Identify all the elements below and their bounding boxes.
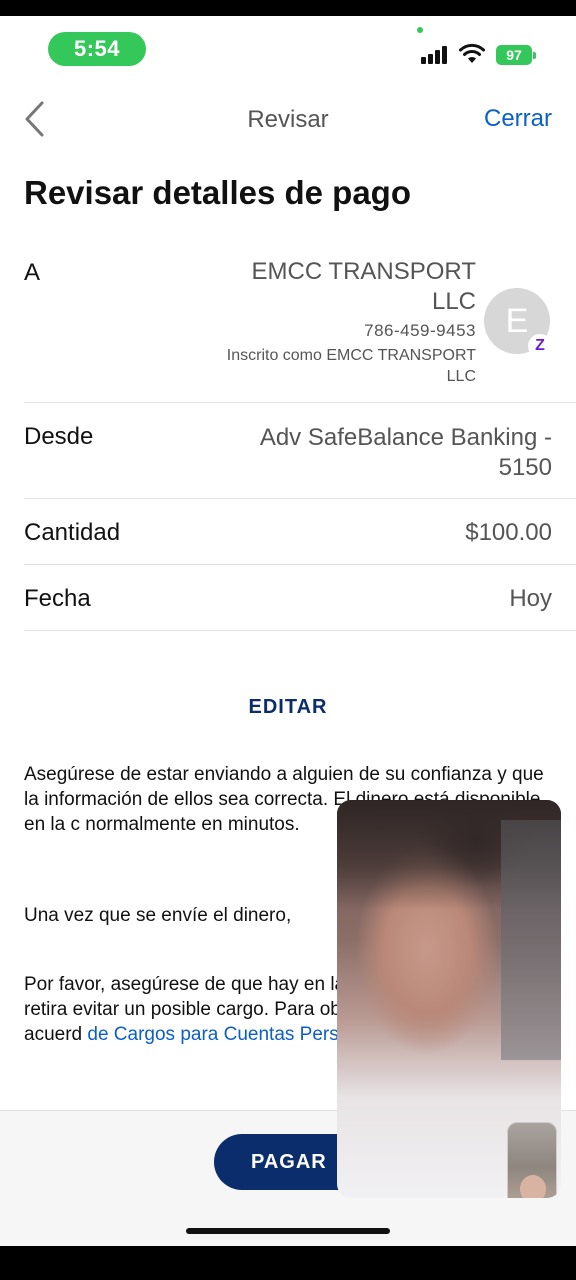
payee-enrolled-as: Inscrito como EMCC TRANSPORT LLC (226, 347, 476, 385)
nav-bar: Revisar Cerrar (0, 94, 576, 144)
payee-phone: 786-459-9453 (364, 321, 476, 340)
close-button[interactable]: Cerrar (484, 105, 552, 133)
page-title: Revisar detalles de pago (24, 174, 411, 211)
amount-label: Cantidad (24, 519, 121, 546)
home-indicator[interactable] (186, 1228, 390, 1234)
self-view-video[interactable] (507, 1122, 557, 1198)
camera-indicator-icon (417, 27, 423, 33)
from-label: Desde (24, 423, 94, 450)
from-account: Adv SafeBalance Banking - 5150 (259, 424, 552, 481)
divider (24, 498, 576, 499)
battery-icon: 97 (496, 45, 536, 65)
battery-level: 97 (496, 45, 532, 65)
fee-schedule-link[interactable]: de Cargos para Cuentas Person (87, 1024, 360, 1045)
wifi-icon (459, 43, 485, 63)
edit-button[interactable]: EDITAR (0, 696, 576, 719)
amount-value: $100.00 (465, 519, 552, 546)
date-label: Fecha (24, 585, 91, 612)
status-time[interactable]: 5:54 (48, 32, 146, 66)
payee-name: EMCC TRANSPORT LLC (251, 258, 476, 315)
screen: 5:54 97 Revisar Cerrar Revisar detalles … (0, 16, 576, 1264)
to-label: A (24, 259, 41, 286)
payee-info: EMCC TRANSPORT LLC 786-459-9453 Inscrito… (216, 257, 476, 387)
divider (24, 630, 576, 631)
divider (24, 402, 576, 403)
divider (24, 564, 576, 565)
zelle-icon: Z (528, 334, 552, 358)
date-value: Hoy (509, 585, 552, 612)
video-call-window[interactable] (337, 800, 561, 1198)
status-bar: 5:54 97 (0, 16, 576, 86)
cellular-signal-icon (421, 46, 451, 64)
